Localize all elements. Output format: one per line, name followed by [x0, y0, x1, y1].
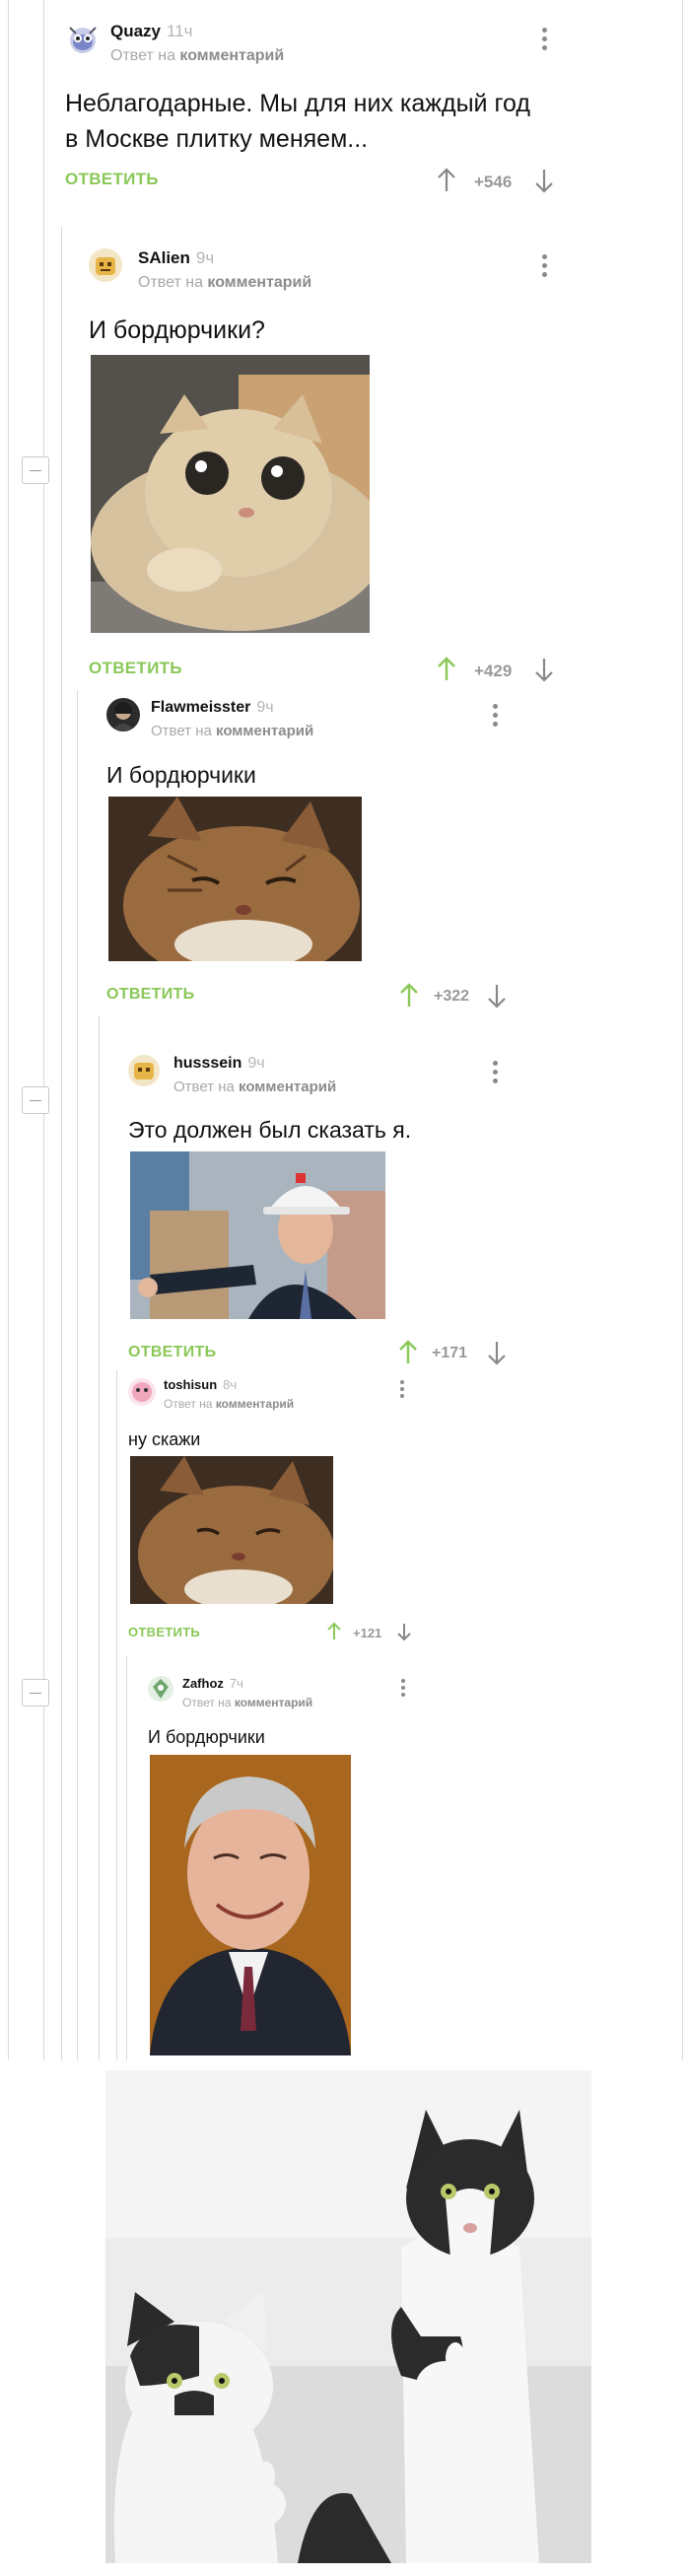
more-options-icon[interactable] — [493, 1061, 499, 1087]
reply-button[interactable]: ОТВЕТИТЬ — [65, 170, 159, 189]
thread-line — [8, 0, 9, 2060]
comment-meta: Ответ на комментарий — [173, 1079, 337, 1095]
parent-comment-link[interactable]: комментарий — [235, 1696, 312, 1709]
avatar[interactable] — [128, 1378, 156, 1406]
avatar[interactable] — [106, 698, 140, 731]
comment-image-man-hardhat[interactable] — [130, 1151, 385, 1319]
parent-comment-link[interactable]: комментарий — [207, 274, 311, 291]
rating-value: +429 — [474, 661, 513, 680]
comment-image-cat[interactable] — [130, 1456, 333, 1604]
avatar[interactable] — [128, 1055, 160, 1086]
downvote-icon[interactable] — [487, 1340, 507, 1365]
downvote-icon[interactable] — [396, 1622, 412, 1641]
comment-image-cat[interactable] — [91, 355, 370, 633]
comment-meta: Ответ на комментарий — [164, 1397, 295, 1411]
thread-line — [43, 0, 44, 2060]
upvote-icon[interactable] — [326, 1622, 342, 1641]
comment-meta: Ответ на комментарий — [182, 1696, 313, 1709]
rating-value: +322 — [434, 988, 470, 1005]
parent-comment-link[interactable]: комментарий — [239, 1079, 336, 1095]
rating-value: +171 — [432, 1345, 468, 1361]
meme-image-cats-thumbs-up[interactable] — [105, 2070, 591, 2563]
comment-meta: Ответ на комментарий — [151, 723, 314, 739]
thread-line — [126, 1656, 127, 2060]
reply-button[interactable]: ОТВЕТИТЬ — [106, 986, 194, 1004]
upvote-icon[interactable] — [398, 1340, 418, 1365]
thread-line — [682, 0, 683, 2060]
thread-line — [116, 1370, 117, 2060]
comment-author[interactable]: Flawmeisster 9ч — [151, 699, 274, 717]
comment-text: И бордюрчики — [106, 762, 256, 788]
thread-line — [99, 1015, 100, 2060]
comment-meta: Ответ на комментарий — [138, 274, 312, 291]
avatar[interactable] — [148, 1676, 173, 1702]
upvote-icon[interactable] — [399, 983, 419, 1009]
comment-text: И бордюрчики? — [89, 316, 265, 344]
downvote-icon[interactable] — [487, 983, 507, 1009]
comment-author[interactable]: husssein 9ч — [173, 1055, 265, 1073]
downvote-icon[interactable] — [534, 657, 554, 682]
reply-button[interactable]: ОТВЕТИТЬ — [128, 1625, 200, 1639]
comment-author[interactable]: toshisun 8ч — [164, 1377, 237, 1392]
more-options-icon[interactable] — [542, 28, 548, 54]
comment-author[interactable]: Zafhoz 7ч — [182, 1676, 243, 1691]
collapse-thread-button[interactable] — [22, 456, 49, 484]
comment-image-cat[interactable] — [108, 797, 362, 961]
comment-text: И бордюрчики — [148, 1727, 265, 1747]
more-options-icon[interactable] — [493, 704, 499, 731]
thread-line — [61, 227, 62, 2060]
rating-value: +546 — [474, 173, 513, 191]
reply-button[interactable]: ОТВЕТИТЬ — [128, 1344, 216, 1361]
comment-text: Неблагодарные. Мы для них каждый год в М… — [65, 90, 530, 153]
comment-text: Это должен был сказать я. — [128, 1117, 412, 1143]
parent-comment-link[interactable]: комментарий — [216, 723, 313, 739]
collapse-thread-button[interactable] — [22, 1086, 49, 1114]
comment-author[interactable]: Quazy 11ч — [110, 22, 193, 41]
downvote-icon[interactable] — [534, 168, 554, 193]
thread-line — [77, 690, 78, 2060]
comment-text: ну скажи — [128, 1429, 201, 1449]
more-options-icon[interactable] — [542, 254, 548, 281]
comment-image-man-smiling[interactable] — [150, 1755, 351, 2055]
parent-comment-link[interactable]: комментарий — [179, 47, 284, 64]
collapse-thread-button[interactable] — [22, 1679, 49, 1706]
rating-value: +121 — [353, 1626, 382, 1640]
upvote-icon[interactable] — [437, 168, 456, 193]
more-options-icon[interactable] — [401, 1679, 407, 1700]
reply-button[interactable]: ОТВЕТИТЬ — [89, 659, 182, 678]
avatar[interactable] — [65, 22, 101, 57]
comment-author[interactable]: SAlien 9ч — [138, 248, 214, 268]
parent-comment-link[interactable]: комментарий — [216, 1397, 294, 1411]
comment-meta: Ответ на комментарий — [110, 47, 285, 64]
more-options-icon[interactable] — [400, 1380, 406, 1401]
avatar[interactable] — [89, 248, 122, 282]
upvote-icon[interactable] — [437, 657, 456, 682]
